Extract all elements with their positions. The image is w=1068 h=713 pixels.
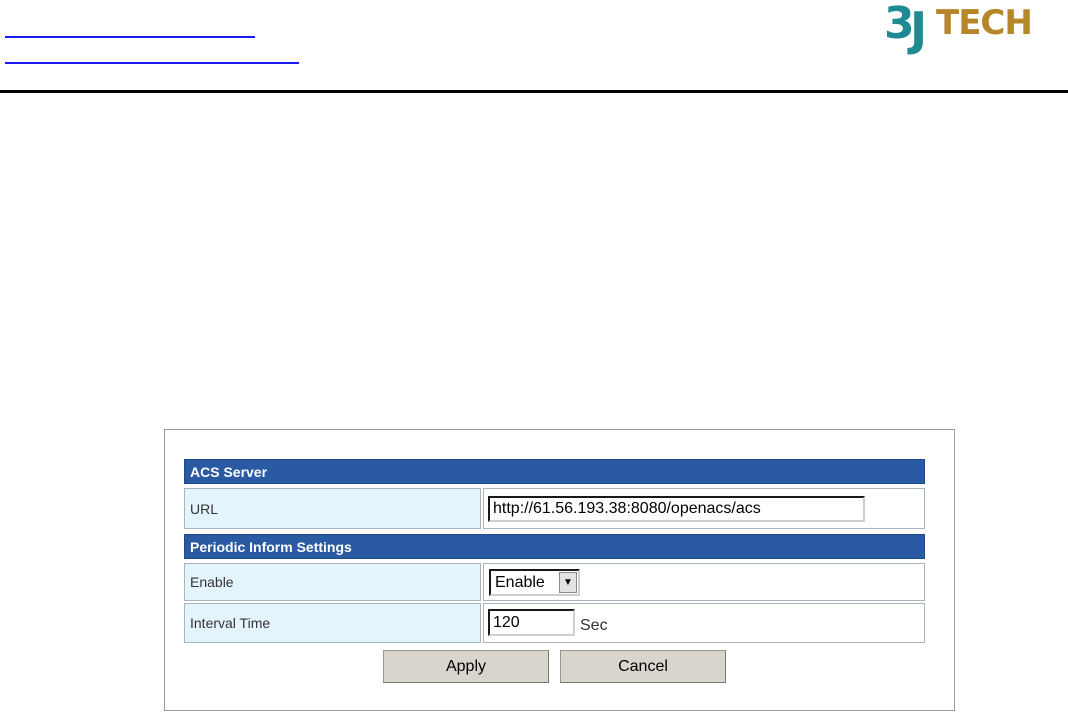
header-link-1[interactable] — [5, 36, 255, 38]
enable-select-value: Enable — [495, 574, 545, 591]
interval-row: Interval Time Sec — [184, 603, 925, 643]
logo-letter: J — [910, 2, 928, 56]
interval-label: Interval Time — [184, 603, 481, 643]
url-value-cell — [483, 488, 925, 529]
interval-unit: Sec — [580, 617, 608, 634]
enable-label: Enable — [184, 563, 481, 601]
enable-value-cell: Enable ▼ — [483, 563, 925, 601]
interval-input[interactable] — [488, 609, 575, 636]
header-link-2[interactable] — [5, 62, 299, 64]
logo-word: TECH — [936, 3, 1033, 43]
logo-digit: 3 — [884, 0, 915, 49]
interval-value-cell: Sec — [483, 603, 925, 643]
enable-select[interactable]: Enable ▼ — [489, 569, 580, 596]
apply-button[interactable]: Apply — [383, 650, 549, 683]
section-header-acs-server: ACS Server — [184, 459, 925, 484]
url-label: URL — [184, 488, 481, 529]
url-input[interactable] — [488, 496, 865, 522]
url-row: URL — [184, 488, 925, 529]
header-divider — [0, 90, 1068, 93]
section-header-periodic-inform: Periodic Inform Settings — [184, 534, 925, 559]
chevron-down-icon[interactable]: ▼ — [559, 572, 577, 593]
brand-logo: 3 J TECH — [884, 0, 1033, 58]
enable-row: Enable Enable ▼ — [184, 563, 925, 601]
cancel-button[interactable]: Cancel — [560, 650, 726, 683]
